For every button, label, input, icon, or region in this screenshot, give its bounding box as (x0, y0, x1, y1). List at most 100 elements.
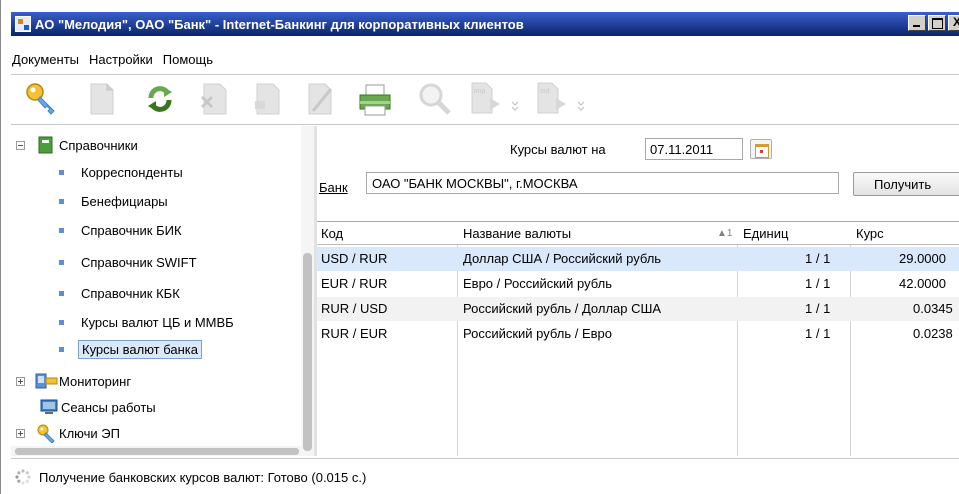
tree-item-correspondents[interactable]: Корреспонденты (59, 164, 186, 181)
column-header-currency-name[interactable]: Название валюты (463, 226, 571, 241)
bullet-icon (59, 228, 64, 233)
cell-currency-name: Российский рубль / Евро (463, 326, 612, 341)
import-label: imp (474, 88, 485, 95)
tree-item-label: Корреспонденты (81, 165, 183, 180)
app-icon (15, 16, 31, 32)
table-row[interactable]: USD / RUR Доллар США / Российский рубль … (317, 247, 959, 271)
bullet-icon (59, 291, 64, 296)
cell-currency-name: Евро / Российский рубль (463, 276, 612, 291)
tree-vertical-scroll-thumb[interactable] (303, 253, 312, 451)
cell-currency-name: Российский рубль / Доллар США (463, 301, 662, 316)
maximize-button[interactable] (928, 15, 946, 31)
refresh-icon[interactable] (131, 79, 189, 119)
tree-node-label: Справочники (59, 137, 138, 153)
toolbar: imp out (11, 76, 959, 122)
tree-item-label: Бенефициары (81, 194, 168, 209)
bullet-icon (59, 320, 64, 325)
expand-icon[interactable] (16, 376, 25, 386)
app-window: АО "Мелодия", ОАО "Банк" - Internet-Банк… (0, 0, 959, 494)
tree-item-bic[interactable]: Справочник БИК (59, 222, 185, 239)
table-row[interactable]: EUR / RUR Евро / Российский рубль 1 / 1 … (317, 272, 959, 296)
tree-item-label: Справочник SWIFT (81, 255, 197, 270)
tree-item-cb-rates[interactable]: Курсы валют ЦБ и ММВБ (59, 314, 237, 331)
bank-field[interactable]: ОАО "БАНК МОСКВЫ", г.МОСКВА (366, 172, 839, 194)
tree-item-label: Курсы валют ЦБ и ММВБ (81, 315, 234, 330)
delete-icon[interactable] (189, 79, 241, 119)
statusbar-divider (11, 458, 959, 459)
tree-horizontal-scroll-thumb[interactable] (15, 448, 299, 455)
cell-currency-name: Доллар США / Российский рубль (463, 251, 662, 266)
cell-code: USD / RUR (321, 251, 388, 266)
bullet-icon (59, 199, 64, 204)
get-rates-button[interactable]: Получить (853, 172, 959, 196)
book-icon (38, 136, 53, 154)
cell-rate: 0.0238 (913, 326, 953, 341)
tree-item-kbk[interactable]: Справочник КБК (59, 285, 183, 302)
cell-code: RUR / USD (321, 301, 388, 316)
minimize-button[interactable] (908, 15, 926, 31)
menu-bar: Документы Настройки Помощь (11, 48, 959, 70)
tree-node-monitoring[interactable]: Мониторинг (16, 372, 131, 390)
sort-indicator: ▲1 (717, 228, 733, 239)
print-icon[interactable] (345, 79, 405, 119)
close-button[interactable]: X (948, 15, 959, 31)
column-header-rate[interactable]: Курс (856, 226, 884, 241)
menu-settings[interactable]: Настройки (88, 52, 154, 67)
cell-units: 1 / 1 (805, 301, 831, 316)
tree-node-label: Ключи ЭП (59, 425, 120, 441)
key-icon[interactable] (11, 79, 73, 119)
column-header-code[interactable]: Код (321, 226, 343, 241)
column-header-units[interactable]: Единиц (743, 226, 788, 241)
status-bar: Получение банковских курсов валют: Готов… (11, 460, 959, 494)
tree-node-directories[interactable]: Справочники (16, 136, 138, 154)
menu-divider (11, 74, 959, 75)
tree-item-label: Справочник БИК (81, 223, 182, 238)
tree-item-bank-rates[interactable]: Курсы валют банка (59, 340, 202, 359)
tree-node-keys[interactable]: Ключи ЭП (16, 423, 120, 443)
cell-units: 1 / 1 (805, 326, 831, 341)
export-icon[interactable]: out (531, 79, 597, 119)
tree-node-label: Мониторинг (59, 373, 132, 389)
tree-item-beneficiaries[interactable]: Бенефициары (59, 193, 171, 210)
rates-date-label: Курсы валют на (510, 142, 606, 157)
window-controls: X (908, 15, 959, 31)
rates-table: Код Название валюты ▲1 Единиц Курс USD /… (317, 221, 959, 456)
status-text: Получение банковских курсов валют: Готов… (39, 469, 367, 485)
bullet-icon (59, 260, 64, 265)
copy-document-icon[interactable] (241, 79, 295, 119)
cell-rate: 0.0345 (913, 301, 953, 316)
cell-code: EUR / RUR (321, 276, 388, 291)
tree-item-label: Курсы валют банка (78, 340, 202, 359)
table-row[interactable]: RUR / EUR Российский рубль / Евро 1 / 1 … (317, 322, 959, 346)
table-header: Код Название валюты ▲1 Единиц Курс (317, 222, 959, 245)
cell-rate: 29.0000 (899, 251, 946, 266)
tree-node-sessions[interactable]: Сеансы работы (39, 398, 156, 416)
monitoring-icon (35, 373, 58, 389)
calendar-icon[interactable] (750, 139, 772, 159)
edit-icon[interactable] (295, 79, 345, 119)
cell-rate: 42.0000 (899, 276, 946, 291)
search-icon[interactable] (405, 79, 465, 119)
spinner-icon (15, 469, 31, 485)
bank-label[interactable]: Банк (319, 180, 348, 195)
bullet-icon (59, 170, 64, 175)
new-document-icon[interactable] (73, 79, 131, 119)
table-row[interactable]: RUR / USD Российский рубль / Доллар США … (317, 297, 959, 321)
bullet-icon (59, 347, 64, 352)
tree-item-swift[interactable]: Справочник SWIFT (59, 254, 200, 271)
computer-icon (40, 399, 58, 414)
tree-item-label: Справочник КБК (81, 286, 180, 301)
menu-documents[interactable]: Документы (11, 52, 80, 67)
cell-units: 1 / 1 (805, 251, 831, 266)
window-title: АО "Мелодия", ОАО "Банк" - Internet-Банк… (35, 16, 524, 32)
collapse-icon[interactable] (16, 140, 25, 150)
rates-date-field[interactable]: 07.11.2011 (645, 138, 743, 160)
menu-help[interactable]: Помощь (162, 52, 214, 67)
title-bar[interactable]: АО "Мелодия", ОАО "Банк" - Internet-Банк… (11, 12, 959, 36)
tree-node-label: Сеансы работы (61, 399, 156, 415)
keys-icon (37, 424, 55, 443)
toolbar-divider (11, 124, 959, 125)
import-icon[interactable]: imp (465, 79, 531, 119)
cell-units: 1 / 1 (805, 276, 831, 291)
expand-icon[interactable] (16, 428, 25, 438)
